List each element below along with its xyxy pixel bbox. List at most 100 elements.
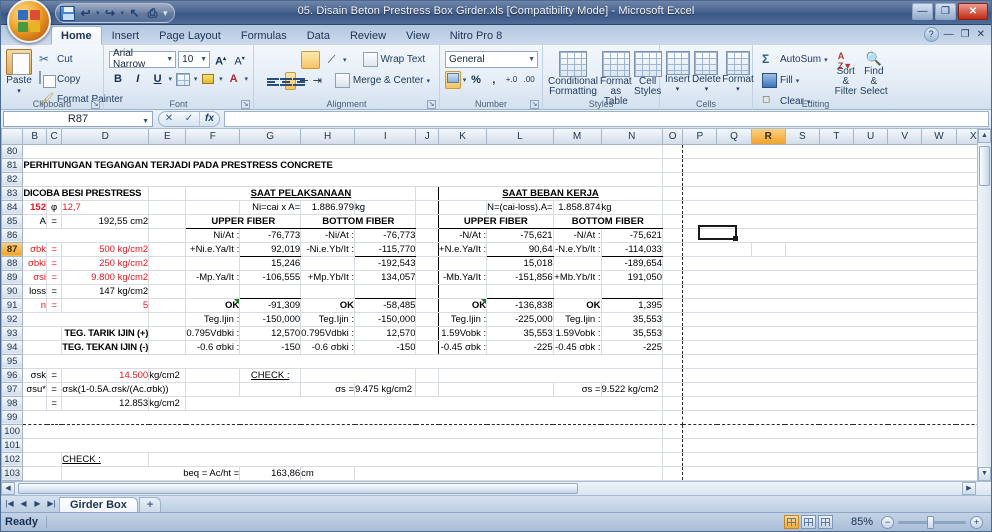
name-box-dropdown-icon[interactable]: ▼ [142, 115, 149, 129]
font-name-input[interactable]: Arial Narrow ▼ [109, 48, 177, 70]
cell-sbki-eq[interactable]: = [46, 256, 63, 271]
page-layout-view-button[interactable] [801, 515, 816, 529]
fill-color-dropdown-icon[interactable]: ▾ [219, 75, 223, 83]
number-format-select[interactable]: General ▼ [445, 51, 538, 68]
borders-dropdown-icon[interactable]: ▾ [194, 75, 198, 83]
cell-upper-fiber-b[interactable]: UPPER FIBER [438, 213, 554, 229]
cell-bottom-fiber-p[interactable]: BOTTOM FIBER [300, 213, 417, 229]
row-header-101[interactable]: 101 [1, 437, 24, 453]
vertical-scrollbar[interactable]: ▲ ▼ [977, 129, 991, 481]
horizontal-scroll-thumb[interactable] [18, 483, 578, 494]
cell-upper-fiber-p[interactable]: UPPER FIBER [185, 213, 302, 229]
scroll-down-button[interactable]: ▼ [978, 467, 991, 481]
vertical-scroll-thumb[interactable] [979, 146, 990, 186]
row-header-98[interactable]: 98 [1, 395, 24, 411]
delete-dropdown-icon[interactable]: ▾ [705, 85, 709, 93]
col-header-C[interactable]: C [45, 129, 63, 145]
merge-center-dropdown-icon[interactable]: ▾ [427, 77, 431, 85]
row-header-84[interactable]: 84 [1, 199, 24, 215]
cell-p-u0-label[interactable]: Ni/At : [185, 228, 241, 243]
cell-p-b3-value[interactable]: 134,057 [354, 270, 417, 285]
format-cells-button[interactable]: Format ▾ [722, 50, 754, 99]
font-color-button[interactable]: A [225, 70, 243, 88]
format-dropdown-icon[interactable]: ▾ [736, 85, 740, 93]
cell-sbk-label[interactable]: σbk [22, 242, 47, 257]
fill-color-button[interactable] [199, 70, 217, 88]
bold-button[interactable]: B [109, 70, 127, 88]
merge-center-button[interactable]: Merge & Center ▾ [331, 71, 434, 90]
cell-n-eq[interactable]: = [46, 298, 63, 313]
cell-ni-label-b[interactable]: N=(cai-loss).A= [486, 200, 554, 215]
col-header-W[interactable]: W [921, 129, 957, 145]
col-header-K[interactable]: K [438, 129, 488, 145]
italic-button[interactable]: I [129, 70, 147, 88]
tab-page-layout[interactable]: Page Layout [149, 26, 231, 45]
cell-k-bl1-value[interactable]: 35,553 [601, 326, 663, 341]
cell-ss-mid-value[interactable]: 9.475 kg/cm2 [354, 382, 417, 397]
cell-ssu2-eq[interactable]: = [46, 396, 63, 411]
align-middle-button[interactable] [280, 51, 299, 69]
row-header-81[interactable]: 81 [1, 157, 24, 173]
cell-k-b0-value[interactable]: -75,621 [601, 228, 663, 243]
autosum-dropdown-icon[interactable]: ▾ [824, 56, 828, 64]
cell-ss-mid-label[interactable]: σs = [300, 382, 355, 397]
tab-home[interactable]: Home [51, 26, 102, 45]
decrease-decimal-button[interactable]: .00 [521, 71, 537, 89]
col-header-T[interactable]: T [818, 129, 854, 145]
row-header-94[interactable]: 94 [1, 339, 24, 355]
cell-ss-right-value[interactable]: 9.522 kg/cm2 [601, 382, 663, 397]
insert-cells-button[interactable]: Insert ▾ [665, 50, 690, 99]
cell-k-u1-value[interactable]: 90,64 [486, 242, 554, 257]
cell-chk0-value[interactable]: 163,86 [239, 466, 302, 481]
fill-dropdown-icon[interactable]: ▾ [796, 77, 800, 85]
scroll-up-button[interactable]: ▲ [978, 129, 991, 143]
tab-data[interactable]: Data [297, 26, 340, 45]
col-header-I[interactable]: I [353, 129, 417, 145]
cell-k-u3-value[interactable]: -151,856 [486, 270, 554, 285]
last-sheet-button[interactable]: ▶| [45, 498, 58, 511]
col-header-E[interactable]: E [148, 129, 187, 145]
ribbon-minimize-icon[interactable]: — [942, 29, 956, 40]
cell-p-b0-label[interactable]: -Ni/At : [300, 228, 355, 243]
cell-loss-eq[interactable]: = [46, 284, 63, 299]
minimize-button[interactable]: — [912, 3, 933, 20]
cell-ssk-value[interactable]: 14.500 [61, 368, 150, 383]
cell-p-bl1-value[interactable]: 12,570 [354, 326, 417, 341]
cell-p-u1-value[interactable]: 92,019 [239, 242, 302, 257]
delete-cells-button[interactable]: Delete ▾ [692, 50, 721, 99]
cell-ni-unit-p[interactable]: kg [354, 200, 417, 215]
cell-n-strand[interactable]: 152 [22, 200, 47, 215]
cell-p-ul1-value[interactable]: 12,570 [239, 326, 302, 341]
cell-p-upper-result-label[interactable]: OK [185, 298, 241, 313]
row-header-95[interactable]: 95 [1, 353, 24, 369]
cell-check-block-title[interactable]: CHECK : [61, 452, 150, 467]
horizontal-scrollbar[interactable]: ◀ ▶ [1, 481, 991, 495]
col-header-V[interactable]: V [887, 129, 923, 145]
cell-k-b3-value[interactable]: 191,050 [601, 270, 663, 285]
previous-sheet-button[interactable]: ◀ [17, 498, 30, 511]
cell-p-u0-value[interactable]: -76,773 [239, 228, 302, 243]
cell-p-b2-value[interactable]: -192,543 [354, 256, 417, 271]
col-header-S[interactable]: S [784, 129, 820, 145]
alignment-dialog-launcher-icon[interactable]: ↘ [427, 100, 436, 109]
tab-view[interactable]: View [396, 26, 440, 45]
cell-p-upper-result-value[interactable]: -91,309 [239, 298, 302, 313]
office-button[interactable] [7, 0, 51, 43]
cell-ssi-label[interactable]: σsi [22, 270, 47, 285]
cell-ssu-formula[interactable]: σsk(1-0.5A.σsk/(Ac.σbk)) [61, 382, 187, 397]
cell-ssi-eq[interactable]: = [46, 270, 63, 285]
cell-p-bl1-label[interactable]: 0.795Vdbki : [300, 326, 355, 341]
cell-p-bl2-label[interactable]: -0.6 σbki : [300, 340, 355, 355]
cell-k-b2-label[interactable] [553, 256, 602, 271]
cell-ssu-eq[interactable]: = [46, 382, 63, 397]
cell-k-ul1-value[interactable]: 35,553 [486, 326, 554, 341]
cell-ni-unit-b[interactable]: kg [601, 200, 663, 215]
cell-k-u1-label[interactable]: +N.e.Ya/It : [438, 242, 488, 257]
row-header-91[interactable]: 91 [1, 297, 24, 313]
row-header-97[interactable]: 97 [1, 381, 24, 397]
tab-formulas[interactable]: Formulas [231, 26, 297, 45]
cell-k-b3-label[interactable]: +Mb.Yb/It : [553, 270, 602, 285]
font-color-dropdown-icon[interactable]: ▾ [245, 75, 249, 83]
col-header-M[interactable]: M [552, 129, 602, 145]
ribbon-close-icon[interactable]: ✕ [975, 29, 987, 40]
